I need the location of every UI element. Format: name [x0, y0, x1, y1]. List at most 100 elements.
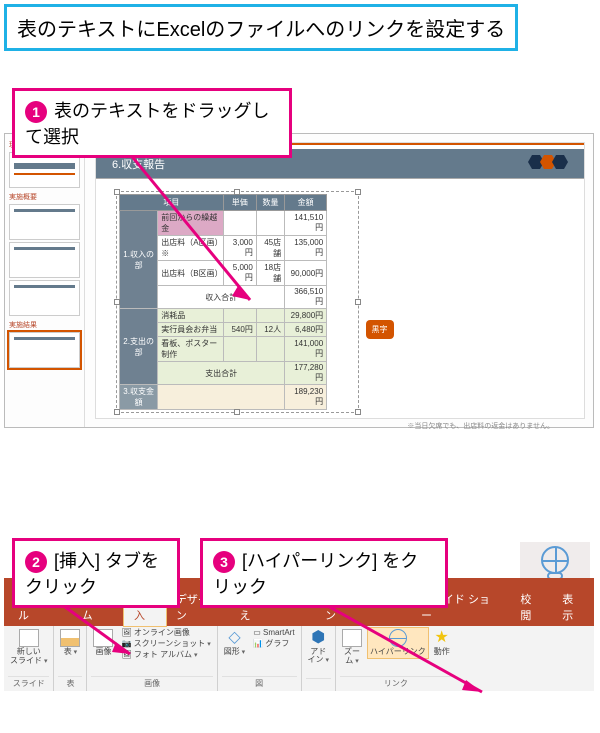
cell-subtotal[interactable]: 支出合計 — [158, 362, 285, 385]
slide-divider — [96, 178, 584, 179]
callout-2-number: 2 — [25, 551, 47, 573]
group-slides: 新しい スライド スライド — [4, 626, 54, 691]
slide-canvas[interactable]: 6.収支報告 項目 単価 数量 金額 1.収入の部 前回からの繰越金 — [95, 142, 585, 419]
globe-icon — [541, 546, 569, 574]
cell[interactable]: 45店舗 — [256, 236, 284, 261]
callout-3-text: [ハイパーリンク] をクリック — [213, 551, 418, 597]
shapes-button[interactable]: ◇図形 — [222, 628, 247, 657]
table-row[interactable]: 2.支出の部 消耗品 29,800円 — [120, 309, 327, 323]
cell[interactable]: 3,000円 — [223, 236, 256, 261]
badge-surplus: 黒字 — [366, 320, 394, 339]
cell[interactable]: 177,280円 — [285, 362, 327, 385]
cell[interactable]: 5,000円 — [223, 261, 256, 286]
cell[interactable]: 135,000円 — [285, 236, 327, 261]
group-label-links: リンク — [340, 676, 452, 689]
chart-button[interactable]: 📊 グラフ — [251, 639, 296, 650]
slide-thumb-2[interactable] — [9, 204, 80, 240]
cell[interactable]: 29,800円 — [285, 309, 327, 323]
group-label-images: 画像 — [91, 676, 212, 689]
picture-button[interactable]: 画像 — [91, 628, 115, 658]
callout-3: 3 [ハイパーリンク] をクリック — [200, 538, 448, 608]
cell[interactable] — [256, 309, 284, 323]
cell[interactable]: 実行員会お弁当 — [158, 323, 223, 337]
cell[interactable] — [223, 309, 256, 323]
cell[interactable] — [256, 337, 284, 362]
cell[interactable]: 消耗品 — [158, 309, 223, 323]
new-slide-button[interactable]: 新しい スライド — [8, 628, 49, 667]
online-pictures-button[interactable]: 🖼 オンライン画像 — [119, 628, 212, 639]
slide-thumb-5[interactable] — [9, 332, 80, 368]
group-label-tables: 表 — [58, 676, 82, 689]
group-addins: ⬢アド イン — [302, 626, 336, 691]
group-label-illustrations: 図 — [222, 676, 297, 689]
callout-1-text: 表のテキストをドラッグして選択 — [25, 101, 269, 147]
table-selection-frame[interactable]: 項目 単価 数量 金額 1.収入の部 前回からの繰越金 141,510円 出店料… — [116, 191, 359, 413]
globe-icon — [389, 629, 407, 647]
cell[interactable] — [223, 211, 256, 236]
cell[interactable]: 141,510円 — [285, 211, 327, 236]
slide-footnote: ※当日欠席でも、出店料の返金はありません。 — [126, 421, 554, 431]
slide-thumbnail-panel: 現在のセクション 実施概要 実施結果 — [5, 134, 85, 427]
row-group-expense: 2.支出の部 — [120, 309, 158, 385]
cell[interactable]: 90,000円 — [285, 261, 327, 286]
callout-2: 2 [挿入] タブをクリック — [12, 538, 180, 608]
action-button[interactable]: ★動作 — [432, 628, 452, 657]
cell[interactable]: 出店料（B区画） — [158, 261, 223, 286]
cell[interactable]: 540円 — [223, 323, 256, 337]
section-label-outline: 実施概要 — [9, 192, 80, 202]
group-tables: 表 表 — [54, 626, 87, 691]
action-icon: ★ — [434, 629, 450, 647]
callout-3-number: 3 — [213, 551, 235, 573]
group-images: 画像 🖼 オンライン画像 📷 スクリーンショット 🖼 フォト アルバム 画像 — [87, 626, 217, 691]
lesson-title: 表のテキストにExcelのファイルへのリンクを設定する — [4, 4, 518, 51]
cell[interactable]: 141,000円 — [285, 337, 327, 362]
powerpoint-slide-area: 現在のセクション 実施概要 実施結果 6.収支報告 項目 単価 数量 金 — [4, 133, 594, 428]
finance-table[interactable]: 項目 単価 数量 金額 1.収入の部 前回からの繰越金 141,510円 出店料… — [119, 194, 327, 410]
hyperlink-button[interactable]: ハイパーリンク — [368, 628, 428, 658]
cell[interactable]: 6,480円 — [285, 323, 327, 337]
slide-thumb-4[interactable] — [9, 280, 80, 316]
group-label-addins — [306, 678, 331, 689]
table-icon — [60, 629, 80, 647]
screenshot-button[interactable]: 📷 スクリーンショット — [119, 639, 212, 650]
table-header-row: 項目 単価 数量 金額 — [120, 195, 327, 211]
callout-1: 1 表のテキストをドラッグして選択 — [12, 88, 292, 158]
cell[interactable]: 189,230円 — [285, 385, 327, 410]
smartart-button[interactable]: ▭ SmartArt — [251, 628, 296, 639]
cell-subtotal[interactable]: 収入合計 — [158, 286, 285, 309]
cell[interactable] — [158, 385, 285, 410]
cell[interactable]: 18店舗 — [256, 261, 284, 286]
callout-1-number: 1 — [25, 101, 47, 123]
cell[interactable]: 12人 — [256, 323, 284, 337]
th-qty: 数量 — [256, 195, 284, 211]
cell[interactable] — [223, 337, 256, 362]
cell[interactable]: 看板、ポスター制作 — [158, 337, 223, 362]
row-group-balance: 3.収支金額 — [120, 385, 158, 410]
slide-thumb-3[interactable] — [9, 242, 80, 278]
tab-view[interactable]: 表示 — [552, 588, 594, 626]
picture-icon — [93, 629, 113, 647]
row-group-income: 1.収入の部 — [120, 211, 158, 309]
tab-review[interactable]: 校閲 — [510, 588, 552, 626]
table-row[interactable]: 3.収支金額 189,230円 — [120, 385, 327, 410]
photo-album-button[interactable]: 🖼 フォト アルバム — [119, 650, 212, 661]
group-label-slides: スライド — [8, 676, 49, 689]
cell-selected-carryover[interactable]: 前回からの繰越金 — [158, 211, 223, 236]
group-links: ズー ム ハイパーリンク ★動作 リンク — [336, 626, 456, 691]
table-button[interactable]: 表 — [58, 628, 82, 658]
cell[interactable]: 366,510円 — [285, 286, 327, 309]
cell[interactable]: 出店料（A区画）※ — [158, 236, 223, 261]
section-label-result: 実施結果 — [9, 320, 80, 330]
ribbon-body: 新しい スライド スライド 表 表 画像 🖼 オンライン画像 📷 スクリーンショ… — [4, 626, 594, 691]
addins-button[interactable]: ⬢アド イン — [306, 628, 331, 666]
th-item: 項目 — [120, 195, 224, 211]
shapes-icon: ◇ — [224, 629, 245, 647]
hex-icons — [528, 155, 568, 172]
th-amount: 金額 — [285, 195, 327, 211]
cell[interactable] — [256, 211, 284, 236]
new-slide-icon — [19, 629, 39, 647]
zoom-icon — [342, 629, 362, 647]
table-row[interactable]: 1.収入の部 前回からの繰越金 141,510円 — [120, 211, 327, 236]
zoom-button[interactable]: ズー ム — [340, 628, 364, 667]
addins-icon: ⬢ — [308, 629, 329, 647]
